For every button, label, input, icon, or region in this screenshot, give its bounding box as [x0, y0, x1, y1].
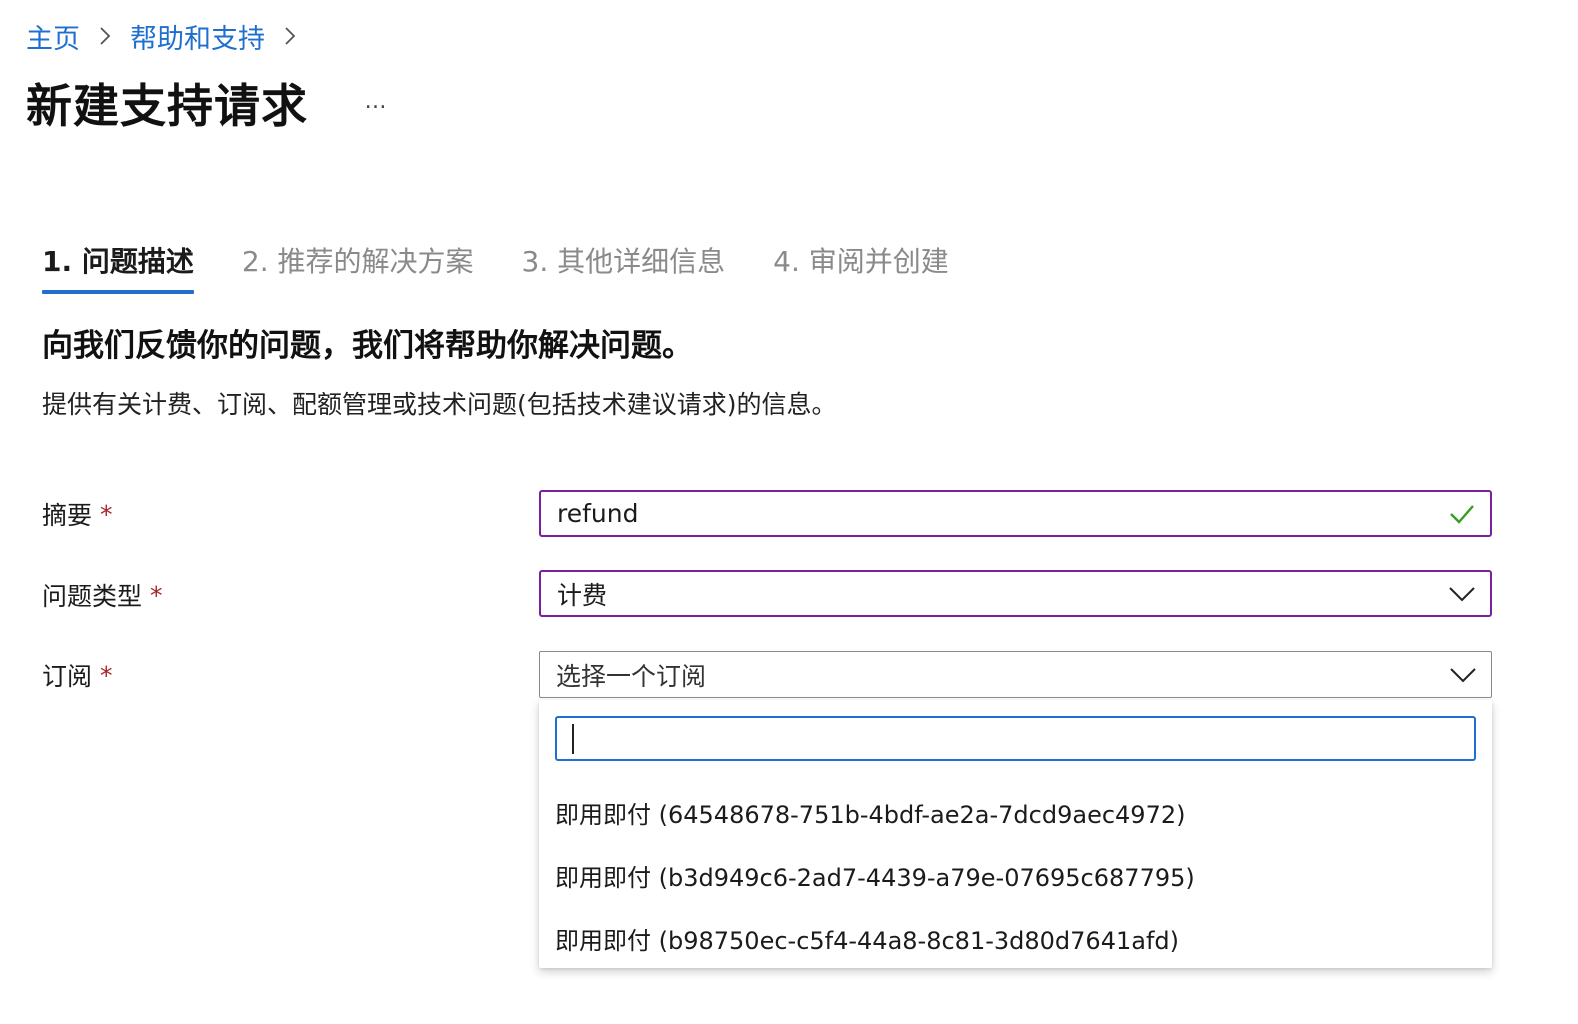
- breadcrumb-home-link[interactable]: 主页: [26, 17, 80, 56]
- required-star: *: [100, 499, 113, 529]
- summary-label-text: 摘要: [42, 501, 93, 530]
- subscription-option[interactable]: 即用即付 (b3d949c6-2ad7-4439-a79e-07695c6877…: [555, 851, 1476, 899]
- section-description: 提供有关计费、订阅、配额管理或技术问题(包括技术建议请求)的信息。: [42, 390, 837, 419]
- problem-type-label: 问题类型 *: [42, 577, 163, 613]
- section-heading: 向我们反馈你的问题，我们将帮助你解决问题。: [42, 328, 693, 364]
- tab-recommended-solutions[interactable]: 2. 推荐的解决方案: [242, 236, 474, 294]
- text-cursor: [572, 724, 574, 754]
- more-actions-button[interactable]: …: [355, 86, 397, 116]
- subscription-label-text: 订阅: [42, 662, 93, 691]
- tab-review-create[interactable]: 4. 审阅并创建: [773, 236, 949, 294]
- tab-problem-description[interactable]: 1. 问题描述: [42, 236, 194, 294]
- problem-type-select-value: 计费: [557, 580, 608, 610]
- subscription-dropdown-panel: 即用即付 (64548678-751b-4bdf-ae2a-7dcd9aec49…: [539, 700, 1492, 968]
- chevron-down-icon: [1447, 659, 1479, 691]
- support-request-page: 主页 帮助和支持 新建支持请求 … 1. 问题描述 2. 推荐的解决方案 3. …: [0, 0, 1578, 1024]
- summary-label: 摘要 *: [42, 496, 113, 532]
- summary-input[interactable]: refund: [539, 490, 1492, 537]
- summary-input-value: refund: [557, 499, 639, 528]
- tab-additional-details[interactable]: 3. 其他详细信息: [522, 236, 726, 294]
- checkmark-icon: [1446, 498, 1478, 530]
- chevron-right-icon: [94, 25, 116, 47]
- problem-type-select[interactable]: 计费: [539, 570, 1492, 617]
- chevron-right-icon: [279, 25, 301, 47]
- page-title: 新建支持请求: [26, 79, 308, 133]
- subscription-label: 订阅 *: [42, 657, 113, 693]
- subscription-option[interactable]: 即用即付 (64548678-751b-4bdf-ae2a-7dcd9aec49…: [555, 788, 1476, 836]
- breadcrumb-help-support-link[interactable]: 帮助和支持: [130, 17, 265, 56]
- wizard-tabs: 1. 问题描述 2. 推荐的解决方案 3. 其他详细信息 4. 审阅并创建: [42, 236, 949, 296]
- subscription-select-placeholder: 选择一个订阅: [556, 661, 707, 691]
- subscription-select[interactable]: 选择一个订阅: [539, 651, 1492, 698]
- breadcrumb: 主页 帮助和支持: [26, 16, 301, 56]
- subscription-search-input[interactable]: [555, 716, 1476, 761]
- required-star: *: [100, 660, 113, 690]
- required-star: *: [150, 580, 163, 610]
- problem-type-label-text: 问题类型: [42, 582, 143, 611]
- chevron-down-icon: [1446, 578, 1478, 610]
- subscription-option[interactable]: 即用即付 (b98750ec-c5f4-44a8-8c81-3d80d7641a…: [555, 914, 1476, 962]
